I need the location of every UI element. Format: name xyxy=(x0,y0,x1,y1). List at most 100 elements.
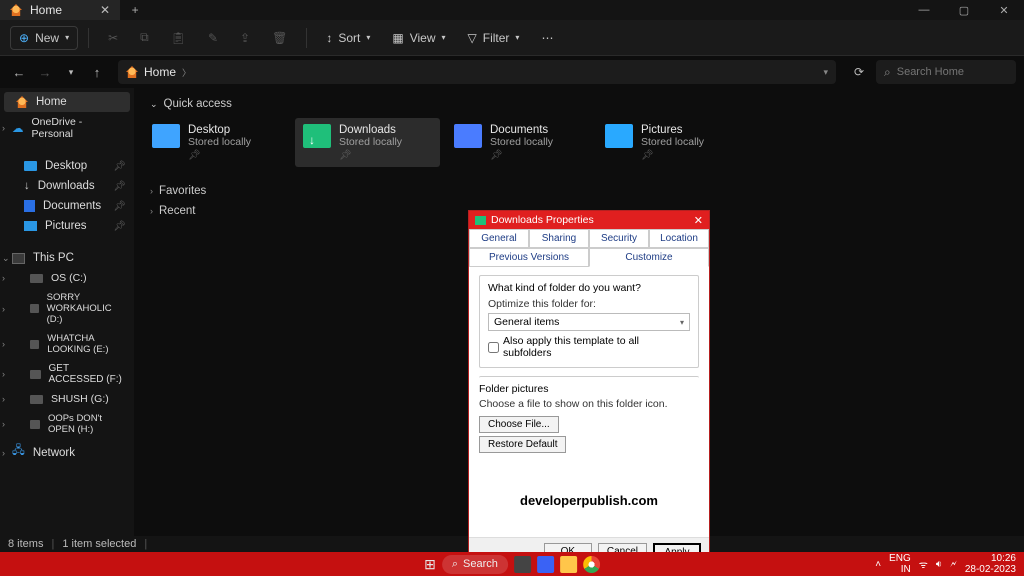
dialog-titlebar[interactable]: Downloads Properties ✕ xyxy=(469,211,709,229)
network-icon: 🖧 xyxy=(12,443,25,462)
more-button[interactable]: ⋯ xyxy=(532,26,562,50)
chevron-down-icon: ▾ xyxy=(366,33,370,42)
search-icon: ⌕ xyxy=(452,558,458,571)
delete-button[interactable]: 🗑︎ xyxy=(263,26,296,50)
sidebar-drive-0[interactable]: ›OS (C:) xyxy=(0,268,134,288)
optimize-combobox[interactable]: General items ▾ xyxy=(488,313,690,331)
start-button[interactable]: ⊞ xyxy=(424,556,436,573)
sidebar-item-onedrive[interactable]: › ☁ OneDrive - Personal xyxy=(0,112,134,144)
quick-access-header[interactable]: ⌄ Quick access xyxy=(144,94,1014,118)
sidebar-drive-3[interactable]: ›GET ACCESSED (F:) xyxy=(0,359,134,389)
rename-button[interactable]: ✎ xyxy=(199,26,227,50)
tab-location[interactable]: Location xyxy=(649,229,709,248)
cut-button[interactable]: ✂ xyxy=(99,26,127,50)
filter-icon: ▽ xyxy=(468,31,477,45)
tab-previous-versions[interactable]: Previous Versions xyxy=(469,248,589,267)
scissors-icon: ✂ xyxy=(108,31,118,45)
tray-chevron-icon[interactable]: ˄ xyxy=(875,559,881,570)
titlebar: Home ✕ + — ▢ ✕ xyxy=(0,0,1024,20)
share-button[interactable]: ⇪ xyxy=(231,26,259,50)
paste-button[interactable]: 📋︎ xyxy=(162,26,195,50)
tab-customize[interactable]: Customize xyxy=(589,248,709,267)
sidebar-drive-5[interactable]: ›OOPs DON't OPEN (H:) xyxy=(0,409,134,439)
sidebar-item-downloads[interactable]: ↓ Downloads 📌︎ xyxy=(0,176,134,196)
sidebar-item-network[interactable]: › 🖧 Network xyxy=(0,439,134,466)
sidebar-drive-2[interactable]: ›WHATCHA LOOKING (E:) xyxy=(0,329,134,359)
chevron-right-icon[interactable]: › xyxy=(2,419,5,429)
search-box[interactable]: ⌕ xyxy=(876,60,1016,84)
address-bar[interactable]: Home 〉 ▾ xyxy=(118,60,836,84)
sort-button[interactable]: ↕ Sort ▾ xyxy=(317,26,379,50)
chevron-right-icon[interactable]: › xyxy=(150,206,153,216)
forward-button[interactable]: → xyxy=(34,65,56,80)
folder-icon xyxy=(454,124,482,148)
filter-button[interactable]: ▽ Filter ▾ xyxy=(459,26,529,50)
choose-file-button[interactable]: Choose File... xyxy=(479,416,559,433)
view-button[interactable]: ▦ View ▾ xyxy=(383,26,454,50)
chevron-right-icon[interactable]: › xyxy=(150,186,153,196)
back-button[interactable]: ← xyxy=(8,65,30,80)
breadcrumb-home[interactable]: Home xyxy=(144,65,176,79)
folder-documents[interactable]: Documents Stored locally 📌︎ xyxy=(446,118,591,167)
chevron-right-icon[interactable]: › xyxy=(2,394,5,404)
chevron-down-icon[interactable]: ⌄ xyxy=(150,99,158,110)
favorites-header[interactable]: ›Favorites xyxy=(144,181,1014,201)
chat-icon[interactable] xyxy=(537,556,554,573)
new-button[interactable]: ⊕ New ▾ xyxy=(10,26,78,50)
sidebar-drive-1[interactable]: ›SORRY WORKAHOLIC (D:) xyxy=(0,288,134,329)
battery-icon[interactable]: 🗲 xyxy=(950,559,957,570)
language-indicator[interactable]: ENG IN xyxy=(889,553,911,575)
chevron-right-icon[interactable]: › xyxy=(2,448,5,458)
tab-general[interactable]: General xyxy=(469,229,529,248)
chevron-right-icon[interactable]: › xyxy=(2,339,5,349)
chevron-right-icon[interactable]: › xyxy=(2,123,5,133)
nav-bar: ← → ▾ ↑ Home 〉 ▾ ⟳ ⌕ xyxy=(0,56,1024,88)
tab-close-icon[interactable]: ✕ xyxy=(100,3,110,17)
speaker-icon[interactable]: 🔉︎ xyxy=(936,559,942,570)
dialog-close-button[interactable]: ✕ xyxy=(694,214,703,227)
new-tab-button[interactable]: + xyxy=(120,3,150,17)
chevron-down-icon[interactable]: ⌄ xyxy=(2,253,10,264)
explorer-icon[interactable] xyxy=(560,556,577,573)
sidebar-item-desktop[interactable]: Desktop 📌︎ xyxy=(0,156,134,176)
minimize-button[interactable]: — xyxy=(904,4,944,17)
status-selected: 1 item selected xyxy=(62,538,136,550)
chevron-right-icon[interactable]: › xyxy=(2,273,5,283)
folder-pictures[interactable]: Pictures Stored locally 📌︎ xyxy=(597,118,742,167)
home-icon xyxy=(10,4,22,16)
up-button[interactable]: ↑ xyxy=(86,65,108,80)
taskview-icon[interactable] xyxy=(514,556,531,573)
window-tab-home[interactable]: Home ✕ xyxy=(0,0,120,20)
pin-icon: 📌︎ xyxy=(641,150,704,161)
folder-desktop[interactable]: Desktop Stored locally 📌︎ xyxy=(144,118,289,167)
clock[interactable]: 10:26 28-02-2023 xyxy=(965,553,1016,575)
sidebar-drive-4[interactable]: ›SHUSH (G:) xyxy=(0,389,134,409)
dropdown-history-button[interactable]: ▾ xyxy=(60,67,82,78)
chrome-icon[interactable] xyxy=(583,556,600,573)
close-window-button[interactable]: ✕ xyxy=(984,4,1024,17)
sidebar-item-documents[interactable]: Documents 📌︎ xyxy=(0,196,134,216)
command-toolbar: ⊕ New ▾ ✂ ⧉ 📋︎ ✎ ⇪ 🗑︎ ↕ Sort ▾ ▦ View ▾ … xyxy=(0,20,1024,56)
sidebar-item-pictures[interactable]: Pictures 📌︎ xyxy=(0,216,134,236)
folder-icon: ↓ xyxy=(303,124,331,148)
quick-access-folders: Desktop Stored locally 📌︎ ↓ Downloads St… xyxy=(144,118,1014,167)
document-icon xyxy=(24,200,35,212)
chevron-down-icon[interactable]: ▾ xyxy=(823,67,828,78)
tab-sharing[interactable]: Sharing xyxy=(529,229,589,248)
chevron-right-icon[interactable]: › xyxy=(2,369,5,379)
copy-button[interactable]: ⧉ xyxy=(131,25,158,50)
sidebar-item-home[interactable]: Home xyxy=(4,92,130,112)
restore-default-button[interactable]: Restore Default xyxy=(479,436,566,453)
sidebar-item-thispc[interactable]: ⌄ This PC xyxy=(0,248,134,268)
folder-downloads[interactable]: ↓ Downloads Stored locally 📌︎ xyxy=(295,118,440,167)
checkbox-input[interactable] xyxy=(488,342,499,353)
chevron-right-icon[interactable]: › xyxy=(2,304,5,314)
apply-subfolders-checkbox[interactable]: Also apply this template to all subfolde… xyxy=(488,335,690,359)
refresh-button[interactable]: ⟳ xyxy=(846,65,872,79)
system-tray[interactable]: ˄ ENG IN ᯤ 🔉︎ 🗲 10:26 28-02-2023 xyxy=(875,553,1024,575)
wifi-icon[interactable]: ᯤ xyxy=(919,557,928,571)
tab-security[interactable]: Security xyxy=(589,229,649,248)
search-input[interactable] xyxy=(897,66,997,78)
taskbar-search[interactable]: ⌕ Search xyxy=(442,555,508,574)
maximize-button[interactable]: ▢ xyxy=(944,4,984,17)
